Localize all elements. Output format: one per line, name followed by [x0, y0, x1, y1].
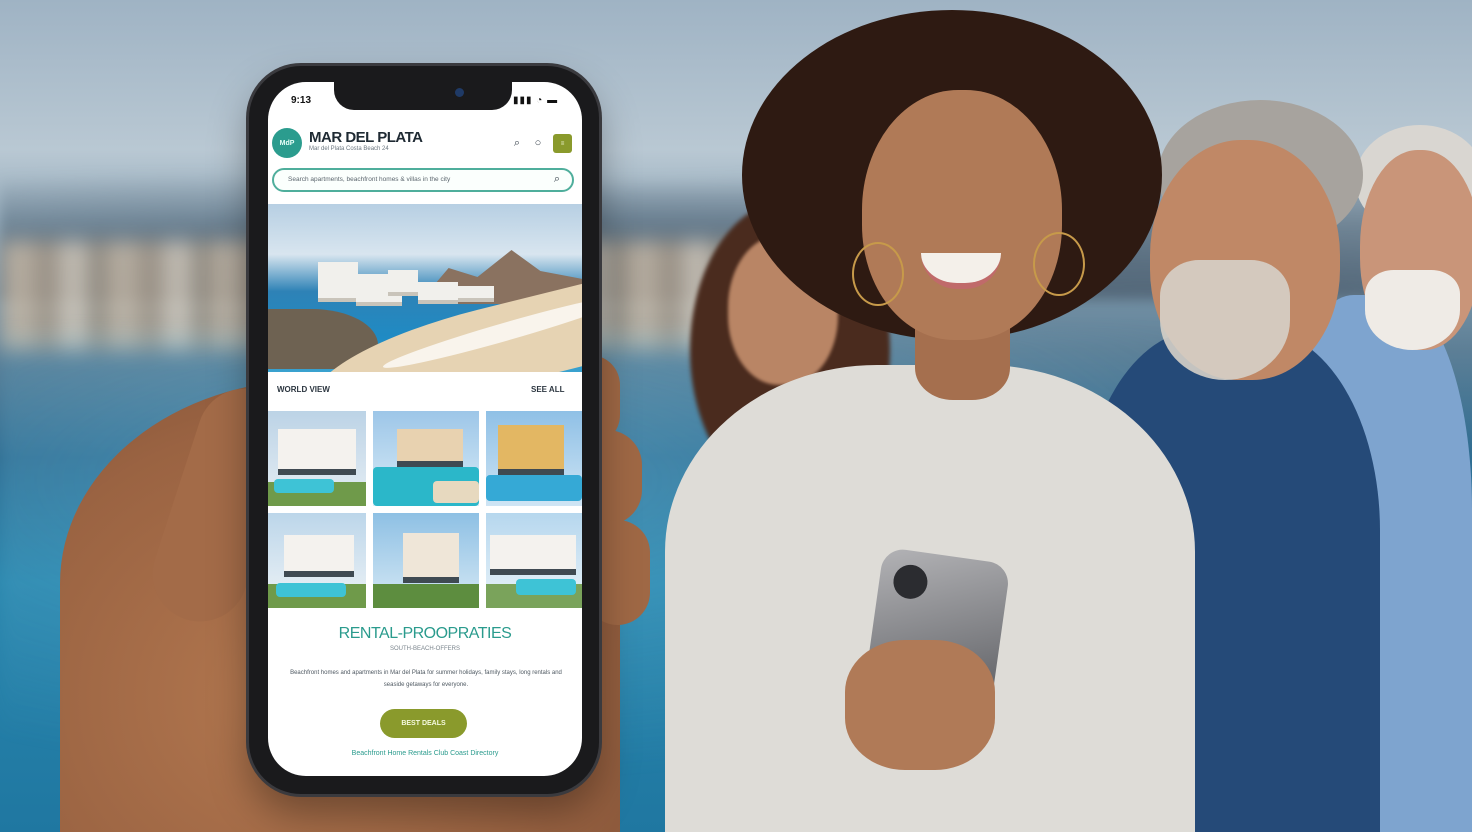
search-placeholder: Search apartments, beachfront homes & vi…: [288, 176, 451, 183]
footer-link[interactable]: Beachfront Home Rentals Club Coast Direc…: [268, 750, 582, 757]
status-icons: ▮▮▮ ◔ ▬: [513, 95, 559, 106]
property-thumbnail[interactable]: [486, 513, 582, 608]
property-thumbnail[interactable]: [268, 411, 366, 506]
status-time: 9:13: [291, 95, 312, 106]
menu-button[interactable]: ≡: [553, 134, 572, 153]
search-input[interactable]: Search apartments, beachfront homes & vi…: [272, 168, 574, 192]
hero-image[interactable]: [268, 204, 582, 372]
chat-icon[interactable]: ○: [531, 136, 545, 150]
property-thumbnail[interactable]: [373, 513, 479, 608]
app-logo[interactable]: MdP: [272, 128, 302, 158]
rental-title: RENTAL-PROOPRATIES: [338, 625, 512, 642]
search-icon[interactable]: ⌕: [510, 136, 524, 150]
rental-subtitle: SOUTH-BEACH-OFFERS: [389, 646, 460, 652]
app-subtitle: Mar del Plata Costa Beach 24: [309, 146, 389, 152]
front-camera: [455, 88, 464, 97]
property-thumbnail[interactable]: [268, 513, 366, 608]
see-all-link[interactable]: SEE ALL: [531, 385, 564, 394]
earring-right: [1033, 232, 1085, 296]
rental-description: Beachfront homes and apartments in Mar d…: [290, 670, 562, 688]
phone-notch: [334, 82, 512, 110]
property-thumbnail[interactable]: [486, 411, 582, 506]
property-thumbnail[interactable]: [373, 411, 479, 506]
search-icon[interactable]: ⌕: [554, 173, 560, 186]
app-title: MAR DEL PLATA: [309, 129, 423, 146]
section-label: WORLD VIEW: [277, 385, 330, 394]
best-deals-button[interactable]: BEST DEALS: [380, 709, 467, 738]
earring-left: [852, 242, 904, 306]
